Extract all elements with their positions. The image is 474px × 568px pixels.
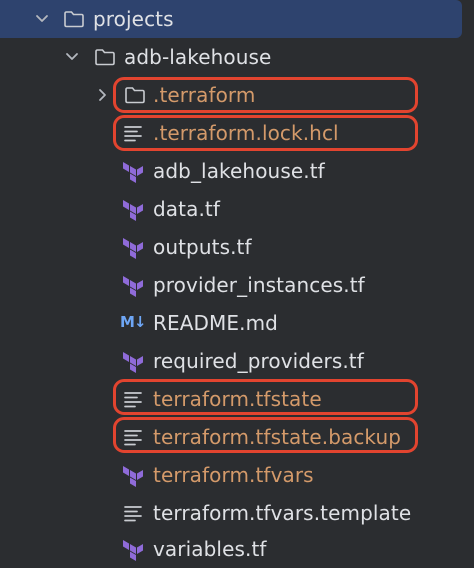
tree-node-file[interactable]: terraform.tfstate <box>0 380 474 418</box>
tree-node-file[interactable]: data.tf <box>0 190 474 228</box>
tree-node-label: adb_lakehouse.tf <box>153 159 325 183</box>
chevron-down-icon[interactable] <box>32 9 52 29</box>
tree-node-file[interactable]: outputs.tf <box>0 228 474 266</box>
tree-node-file[interactable]: M↓ README.md <box>0 304 474 342</box>
terraform-icon <box>123 466 143 487</box>
tree-node-label: provider_instances.tf <box>153 273 365 297</box>
tree-node-file[interactable]: terraform.tfvars.template <box>0 494 474 532</box>
tree-node-file[interactable]: variables.tf <box>0 530 474 568</box>
terraform-icon <box>123 238 143 259</box>
terraform-icon <box>123 200 143 221</box>
tree-node-label: variables.tf <box>153 537 267 561</box>
markdown-icon: M↓ <box>120 313 146 331</box>
tree-node-file[interactable]: terraform.tfstate.backup <box>0 418 474 456</box>
tree-node-file[interactable]: terraform.tfvars <box>0 456 474 494</box>
chevron-right-icon[interactable] <box>92 85 112 105</box>
text-file-icon <box>124 392 142 408</box>
terraform-icon <box>123 162 143 183</box>
tree-node-label: .terraform.lock.hcl <box>153 121 339 145</box>
folder-icon <box>125 87 145 104</box>
tree-node-label: .terraform <box>153 83 256 107</box>
tree-node-label: required_providers.tf <box>153 349 364 373</box>
tree-node-file[interactable]: .terraform.lock.hcl <box>0 114 474 152</box>
folder-icon <box>95 49 115 66</box>
tree-node-terraform-folder[interactable]: .terraform <box>0 76 474 114</box>
tree-node-adb-lakehouse[interactable]: adb-lakehouse <box>0 38 474 76</box>
tree-node-file[interactable]: required_providers.tf <box>0 342 474 380</box>
folder-icon <box>64 11 84 28</box>
tree-node-label: README.md <box>153 311 278 335</box>
text-file-icon <box>124 430 142 446</box>
terraform-icon <box>123 352 143 373</box>
terraform-icon <box>123 540 143 561</box>
tree-node-label: adb-lakehouse <box>124 45 272 69</box>
tree-node-file[interactable]: provider_instances.tf <box>0 266 474 304</box>
chevron-down-icon[interactable] <box>62 47 82 67</box>
project-tree: projects adb-lakehouse .terraform .terra… <box>0 0 474 566</box>
tree-node-label: terraform.tfvars <box>153 463 314 487</box>
text-file-icon <box>124 506 142 522</box>
tree-node-projects[interactable]: projects <box>0 0 462 38</box>
text-file-icon <box>124 126 142 142</box>
tree-node-file[interactable]: adb_lakehouse.tf <box>0 152 474 190</box>
tree-node-label: outputs.tf <box>153 235 252 259</box>
tree-node-label: terraform.tfstate.backup <box>153 425 402 449</box>
tree-node-label: terraform.tfvars.template <box>153 501 412 525</box>
terraform-icon <box>123 276 143 297</box>
tree-node-label: data.tf <box>153 197 220 221</box>
tree-node-label: terraform.tfstate <box>153 387 322 411</box>
tree-node-label: projects <box>93 7 174 31</box>
